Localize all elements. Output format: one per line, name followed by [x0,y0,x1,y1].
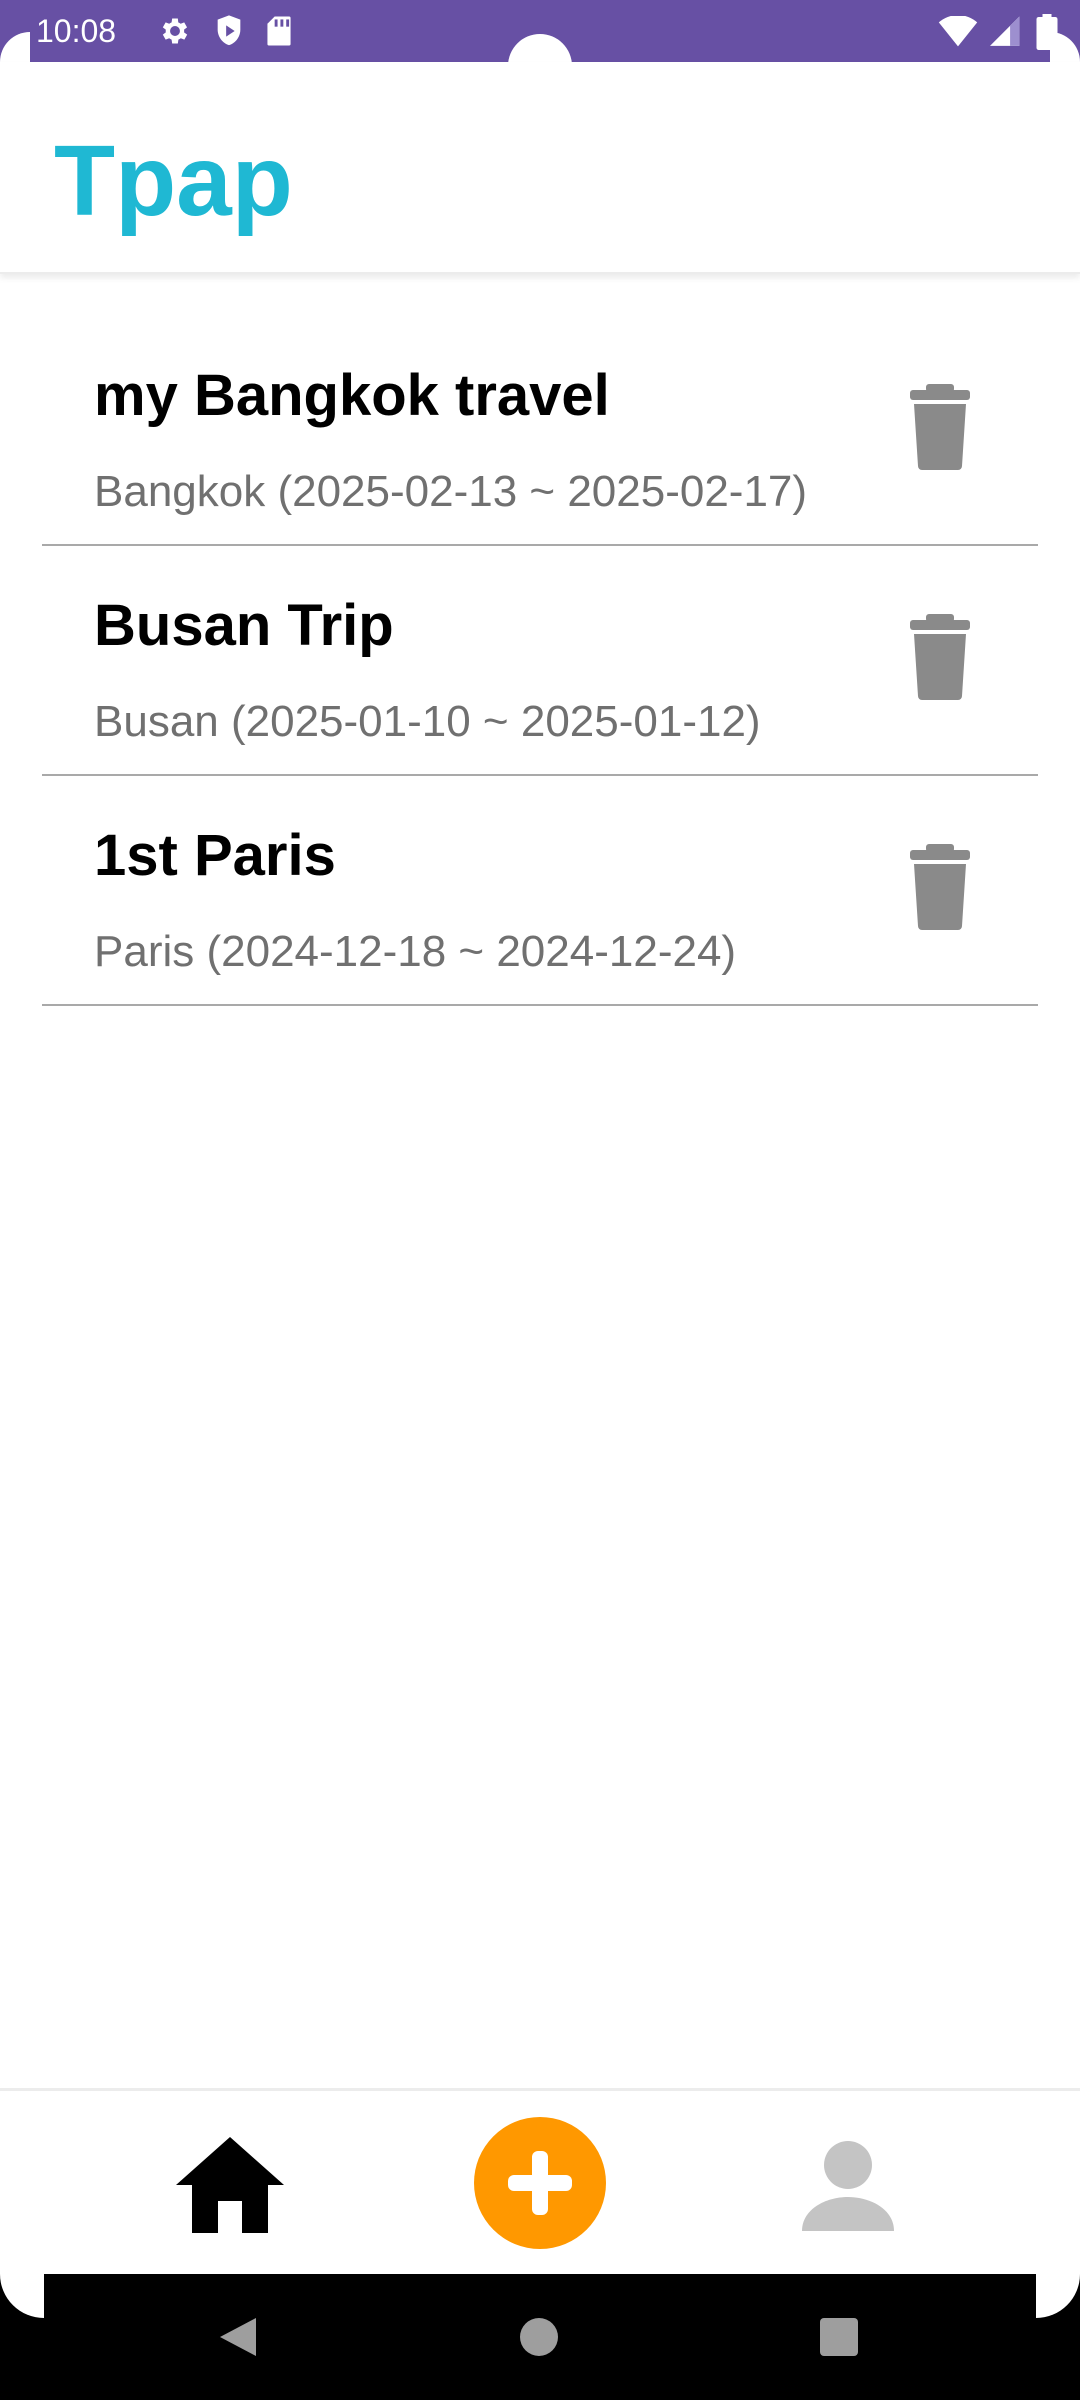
status-icons-left [158,14,292,53]
app-title: Tpap [54,125,293,237]
trip-item[interactable]: Busan Trip Busan (2025-01-10 ~ 2025-01-1… [42,546,1038,776]
add-icon [508,2151,572,2215]
profile-icon[interactable] [800,2137,896,2233]
recents-icon[interactable] [820,2318,858,2356]
back-icon[interactable] [218,2316,258,2358]
trip-location-dates: Bangkok (2025-02-13 ~ 2025-02-17) [94,467,808,516]
trip-location-dates: Busan (2025-01-10 ~ 2025-01-12) [94,697,761,746]
add-trip-button[interactable] [474,2117,606,2249]
trip-title: Busan Trip [94,593,394,658]
trip-title: my Bangkok travel [94,363,610,428]
status-time: 10:08 [36,13,117,49]
system-nav-bar [0,2274,1080,2400]
delete-trash-icon[interactable] [904,844,976,930]
signal-icon [990,16,1024,53]
app-bar: Tpap [0,62,1080,274]
delete-trash-icon[interactable] [904,614,976,700]
trip-item[interactable]: my Bangkok travel Bangkok (2025-02-13 ~ … [42,316,1038,546]
delete-trash-icon[interactable] [904,384,976,470]
bottom-nav [0,2088,1080,2277]
home-circle-icon[interactable] [520,2318,558,2356]
trip-item[interactable]: 1st Paris Paris (2024-12-18 ~ 2024-12-24… [42,776,1038,1006]
shield-icon [214,14,244,53]
trip-title: 1st Paris [94,823,336,888]
wifi-icon [938,15,978,53]
sd-card-icon [266,15,292,52]
screen: 10:08 Tpap my Bangkok travel Bangkok (20… [0,0,1080,2400]
settings-icon [158,14,192,53]
trip-list: my Bangkok travel Bangkok (2025-02-13 ~ … [42,316,1038,1006]
trip-location-dates: Paris (2024-12-18 ~ 2024-12-24) [94,927,737,976]
home-icon[interactable] [174,2135,286,2235]
battery-icon [1036,14,1058,55]
status-icons-right [938,14,1058,55]
